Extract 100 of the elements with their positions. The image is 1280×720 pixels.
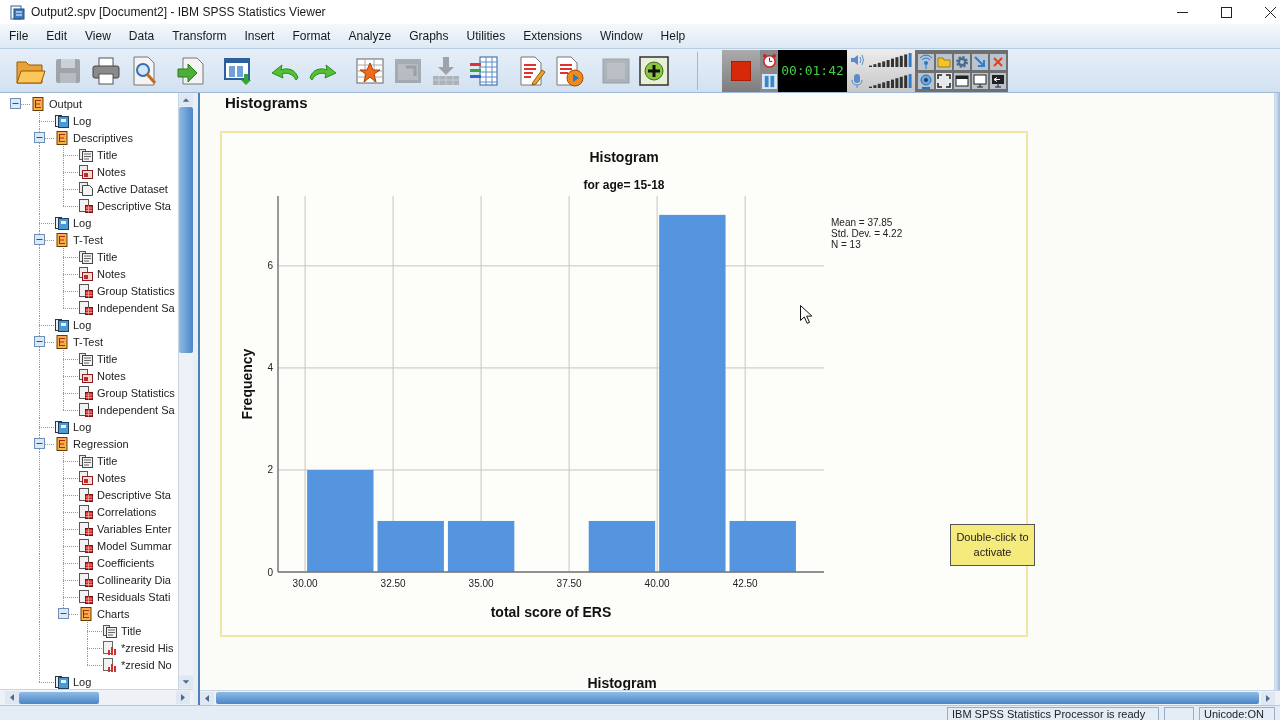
histogram-bar [588, 521, 656, 572]
menu-item[interactable]: Utilities [457, 26, 515, 46]
collapse-toggle[interactable] [34, 234, 45, 245]
microphone-icon[interactable] [850, 74, 864, 88]
tree-item[interactable]: Active Dataset [97, 182, 168, 195]
tree-item[interactable]: Title [97, 250, 118, 263]
menu-item[interactable]: Window [590, 26, 652, 46]
histogram-bar [377, 521, 444, 572]
tree-item[interactable]: Title [97, 352, 118, 365]
tree-item[interactable]: Output [49, 97, 83, 110]
tree-item[interactable]: Independent Sa [97, 301, 175, 314]
scroll-left-icon[interactable] [5, 691, 19, 704]
chart-title: Histogram [589, 149, 659, 165]
tree-item[interactable]: Descriptives [73, 131, 133, 144]
page-play-icon[interactable] [553, 54, 585, 87]
menu-item[interactable]: Analyze [339, 26, 401, 46]
collapse-toggle[interactable] [58, 608, 69, 619]
tree-item[interactable]: *zresid No [121, 658, 172, 671]
menu-item[interactable]: Data [119, 26, 164, 46]
notebook-icon [55, 113, 69, 128]
window-icon[interactable] [954, 72, 970, 89]
scroll-right-icon[interactable] [1261, 691, 1275, 705]
scroll-up-icon[interactable] [179, 93, 193, 107]
tree-item[interactable]: Group Statistics [97, 284, 175, 297]
page-icon [79, 147, 93, 162]
app-icon [10, 4, 25, 20]
menu-item[interactable]: Extensions [514, 26, 591, 46]
vertical-scrollbar[interactable] [1274, 93, 1280, 690]
menu-item[interactable]: View [76, 26, 120, 46]
collapse-toggle[interactable] [34, 132, 45, 143]
collapse-toggle[interactable] [34, 438, 45, 449]
pane-splitter[interactable] [193, 93, 200, 705]
horizontal-scrollbar[interactable] [0, 689, 193, 705]
scroll-right-icon[interactable] [176, 691, 190, 704]
page-icon [79, 249, 93, 264]
tree-item[interactable]: Log [73, 318, 92, 331]
alarm-clock-icon[interactable] [761, 52, 777, 68]
tree-item[interactable]: Notes [97, 471, 126, 484]
menu-item[interactable]: Transform [163, 26, 236, 46]
tree-item[interactable]: Residuals Stati [97, 590, 171, 603]
vertical-scrollbar[interactable] [178, 93, 193, 689]
page-icon [103, 623, 117, 638]
x-tick-label: 42.50 [732, 578, 758, 589]
tree-item[interactable]: Descriptive Sta [97, 199, 171, 212]
tree-item[interactable]: Charts [97, 607, 130, 620]
tree-item[interactable]: Title [97, 454, 118, 467]
list-grid-icon[interactable] [468, 54, 500, 87]
fullscreen-icon[interactable] [936, 72, 952, 89]
scroll-down-icon[interactable] [179, 675, 193, 689]
tree-item[interactable]: Log [73, 420, 92, 433]
scrollbar-thumb[interactable] [19, 691, 99, 704]
scrollbar-thumb[interactable] [216, 692, 1259, 704]
tree-item[interactable]: T-Test [73, 335, 103, 348]
maximize-icon[interactable] [1221, 6, 1232, 18]
tree-item[interactable]: Log [73, 675, 92, 688]
collapse-toggle[interactable] [34, 336, 45, 347]
menu-item[interactable]: File [0, 26, 38, 46]
tree-item[interactable]: Regression [73, 437, 129, 450]
collapse-toggle[interactable] [10, 98, 21, 109]
tree-item[interactable]: Independent Sa [97, 403, 175, 416]
broadcast-icon[interactable] [918, 53, 934, 70]
printer-icon[interactable] [90, 54, 122, 87]
stop-button[interactable] [722, 49, 760, 92]
y-tick-label: 6 [267, 260, 273, 272]
plus-icon[interactable] [638, 54, 670, 87]
close-icon[interactable] [1265, 6, 1276, 18]
scroll-left-icon[interactable] [200, 691, 214, 705]
horizontal-scrollbar[interactable] [200, 690, 1280, 705]
tree-item[interactable]: Notes [97, 267, 126, 280]
tree-item[interactable]: T-Test [73, 233, 103, 246]
table-page-icon [79, 521, 93, 536]
menu-item[interactable]: Help [651, 26, 695, 46]
tree-item[interactable]: Coefficients [97, 556, 155, 569]
page-arrow-icon[interactable] [175, 54, 207, 87]
tree-item[interactable]: Log [73, 216, 92, 229]
webcam-icon[interactable] [918, 72, 934, 89]
notebook-icon [55, 419, 69, 434]
monitor-icon[interactable] [972, 72, 988, 89]
menu-item[interactable]: Insert [235, 26, 284, 46]
speaker-icon[interactable] [850, 53, 864, 67]
menu-item[interactable]: Edit [37, 26, 77, 46]
pause-icon[interactable] [761, 73, 777, 89]
tree-item[interactable]: Title [97, 148, 118, 161]
tree-item[interactable]: Title [121, 624, 142, 637]
tree-item[interactable]: Correlations [97, 505, 157, 518]
tree-item[interactable]: Variables Enter [97, 522, 172, 535]
tree-item[interactable]: Log [73, 114, 92, 127]
tree-item[interactable]: Notes [97, 165, 126, 178]
x-tick-label: 30.00 [292, 578, 318, 589]
tree-item[interactable]: Notes [97, 369, 126, 382]
tree-item[interactable]: Descriptive Sta [97, 488, 171, 501]
tree-item[interactable]: Model Summar [97, 539, 172, 552]
histogram-bar [447, 521, 515, 572]
tree-item[interactable]: Collinearity Dia [97, 573, 171, 586]
menu-item[interactable]: Graphs [400, 26, 458, 46]
menu-item[interactable]: Format [283, 26, 340, 46]
monitor-icon[interactable] [990, 72, 1006, 89]
tree-item[interactable]: *zresid His [121, 641, 174, 654]
tree-item[interactable]: Group Statistics [97, 386, 175, 399]
scrollbar-thumb[interactable] [179, 107, 193, 353]
